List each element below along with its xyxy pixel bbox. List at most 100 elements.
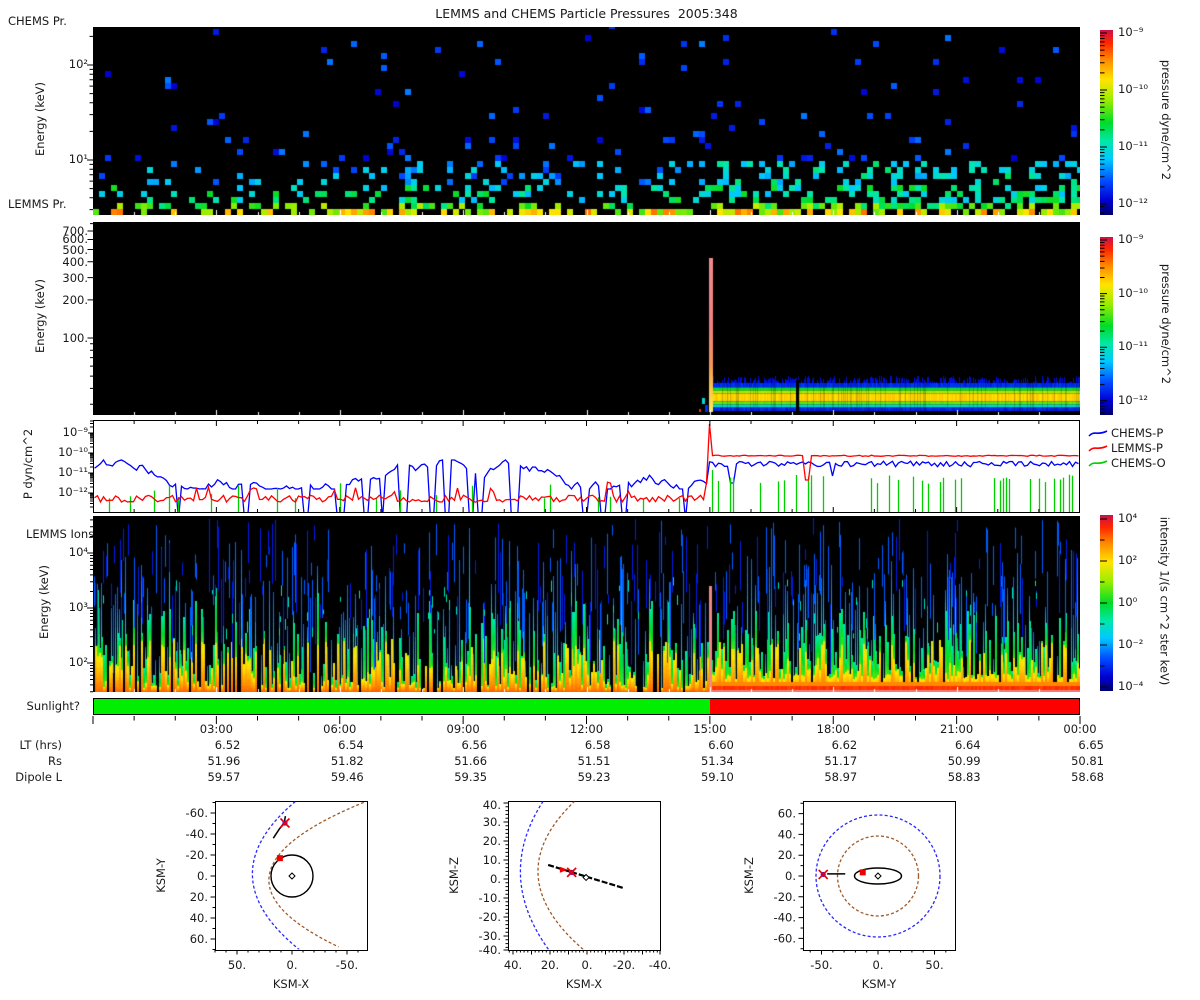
line-plot-time-ticks — [134, 421, 1039, 512]
orbit-frame — [804, 802, 956, 951]
panel-label-chems: CHEMS Pr. — [8, 15, 67, 27]
legend-item-chems-p: CHEMS-P — [1088, 425, 1163, 439]
cbtick-label-intensity: 10⁻² — [1118, 638, 1178, 650]
legend-label: CHEMS-P — [1111, 426, 1163, 440]
orbit-ytick-label: -20. — [774, 890, 796, 904]
ytick-label-ions: 10² — [34, 656, 88, 668]
ylabel-pressure: P dyn/cm^2 — [22, 384, 34, 544]
orbit-frame — [216, 802, 368, 951]
ytick-label-lemms: 100. — [34, 332, 88, 344]
dipole-value: 59.35 — [431, 771, 487, 783]
cbtick-label-intensity: 10⁴ — [1118, 512, 1178, 524]
orbit-xtick-label: 40. — [504, 958, 522, 972]
magnetopause — [838, 836, 919, 916]
orbit-ytick-label: 20. — [483, 834, 501, 848]
trajectory — [548, 865, 623, 888]
event-x-marker — [567, 868, 576, 877]
series-line — [95, 460, 1079, 513]
row-label-dipole: Dipole L — [0, 771, 62, 783]
origin-marker — [875, 873, 881, 879]
legend-line — [1088, 442, 1108, 454]
lt-value: 6.60 — [678, 739, 734, 751]
orbit-xy: 50.0.-50.-60.-40.-20.0.20.40.60.KSM-XKSM… — [154, 800, 369, 991]
cbtick-label-pressure1: 10⁻¹¹ — [1118, 140, 1178, 152]
orbit-ytick-label: 0. — [490, 872, 501, 886]
cbtick-label-pressure2: 10⁻⁹ — [1118, 233, 1178, 245]
sunlight-bar — [93, 698, 1080, 715]
ytick-label-lemms: 500. — [34, 244, 88, 256]
orbit-xlabel: KSM-Y — [862, 977, 898, 991]
orbit-ytick-label: -40. — [774, 911, 796, 925]
lt-value: 6.62 — [801, 739, 857, 751]
orbit-xtick-label: 50. — [925, 958, 943, 972]
cbtick-label-pressure1: 10⁻⁹ — [1118, 26, 1178, 38]
dipole-value: 58.97 — [801, 771, 857, 783]
series-line — [95, 424, 1079, 502]
orbit-ticks — [799, 803, 946, 954]
colorbar-pressure-2 — [1100, 237, 1113, 415]
orbit-ytick-label: 60. — [190, 932, 208, 946]
colorbar-intensity — [1100, 515, 1113, 691]
ytick-label-ions: 10³ — [34, 601, 88, 613]
line-plot-frame — [94, 421, 1080, 513]
legend-item-lemms-p: LEMMS-P — [1088, 440, 1163, 454]
orbit-frame — [509, 802, 661, 951]
rs-value: 51.82 — [308, 755, 364, 767]
time-tick-label: 21:00 — [925, 723, 989, 735]
legend-item-chems-o: CHEMS-O — [1088, 455, 1166, 469]
spacecraft-marker — [860, 869, 866, 875]
ytick-label-chems: 10² — [34, 58, 88, 70]
orbit-xlabel: KSM-X — [273, 977, 309, 991]
time-tick-label: 15:00 — [678, 723, 742, 735]
legend-label: CHEMS-O — [1111, 456, 1166, 470]
rs-value: 51.17 — [801, 755, 857, 767]
legend-label: LEMMS-P — [1111, 441, 1163, 455]
plot-page: { "title": "LEMMS and CHEMS Particle Pre… — [0, 0, 1200, 1000]
bow-shock — [816, 815, 940, 937]
orbit-ytick-label: -60. — [186, 806, 208, 820]
ytick-label-ions: 10⁴ — [34, 546, 88, 558]
ytick-label-pressure: 10⁻¹¹ — [34, 466, 88, 478]
ytick-label-chems: 10¹ — [34, 153, 88, 165]
rs-value: 51.66 — [431, 755, 487, 767]
colorbar1-unit: pressure dyne/cm^2 — [1160, 40, 1172, 200]
orbit-ytick-label: 40. — [483, 798, 501, 812]
ytick-label-pressure: 10⁻¹⁰ — [34, 446, 88, 458]
cbtick-label-pressure2: 10⁻¹² — [1118, 394, 1178, 406]
pressure-line-plot — [93, 420, 1080, 513]
orbit-xtick-label: 20. — [541, 958, 559, 972]
dipole-value: 59.57 — [184, 771, 240, 783]
position-dot — [569, 870, 574, 875]
cbtick-label-intensity: 10² — [1118, 554, 1178, 566]
chems-o-spikes — [110, 470, 1073, 513]
lemms-ions-spectrogram — [93, 516, 1080, 692]
ytick-label-lemms: 200. — [34, 294, 88, 306]
panel-label-lemms: LEMMS Pr. — [8, 198, 67, 210]
lt-value: 6.64 — [925, 739, 981, 751]
event-x-marker — [280, 818, 289, 827]
colorbar-pressure-1 — [1100, 30, 1113, 215]
row-label-lt: LT (hrs) — [0, 739, 62, 751]
orbit-xtick-label: 0. — [582, 958, 593, 972]
orbit-xtick-label: -50. — [336, 958, 358, 972]
orbit-ytick-label: -20. — [479, 910, 501, 924]
dipole-value: 59.46 — [308, 771, 364, 783]
origin-marker — [583, 874, 589, 880]
cbtick-label-pressure1: 10⁻¹⁰ — [1118, 83, 1178, 95]
orbit-ytick-label: -40. — [186, 827, 208, 841]
ytick-label-pressure: 10⁻¹² — [34, 486, 88, 498]
sunlight-day-segment — [94, 699, 710, 714]
position-dot — [821, 872, 826, 877]
orbit-ytick-label: 20. — [190, 890, 208, 904]
orbit-ytick-label: 30. — [483, 815, 501, 829]
position-dot — [282, 820, 287, 825]
orbit-plots: 50. 0. -50. -60. -40. -20. 0. 20. 40. 60. KSM-X KSM… — [0, 790, 1200, 1000]
lt-value: 6.58 — [555, 739, 611, 751]
orbit-ticks — [504, 803, 661, 955]
row-label-rs: Rs — [0, 755, 62, 767]
lt-value: 6.52 — [184, 739, 240, 751]
legend-line — [1088, 427, 1108, 439]
orbit-ytick-label: -40. — [479, 943, 501, 957]
page-title: LEMMS and CHEMS Particle Pressures 2005:… — [93, 8, 1080, 20]
ytick-label-pressure: 10⁻⁹ — [34, 426, 88, 438]
